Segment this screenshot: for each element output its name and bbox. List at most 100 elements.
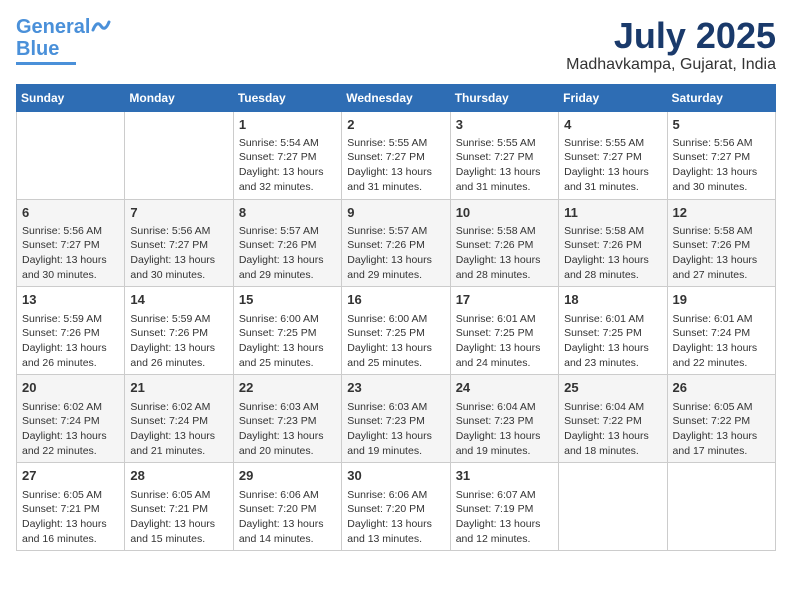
weekday-header-friday: Friday [559, 84, 667, 111]
day-number: 29 [239, 467, 336, 485]
calendar-cell: 26 Sunrise: 6:05 AM Sunset: 7:22 PM Dayli… [667, 375, 775, 463]
calendar-cell: 7 Sunrise: 5:56 AM Sunset: 7:27 PM Daylig… [125, 199, 233, 287]
cell-details: Sunrise: 5:58 AM Sunset: 7:26 PM Dayligh… [564, 224, 661, 283]
calendar-cell: 16Sunrise: 6:00 AM Sunset: 7:25 PM Dayli… [342, 287, 450, 375]
calendar-cell: 18 Sunrise: 6:01 AM Sunset: 7:25 PM Dayli… [559, 287, 667, 375]
location-text: Madhavkampa, Gujarat, India [566, 56, 776, 74]
weekday-header-wednesday: Wednesday [342, 84, 450, 111]
day-number: 20 [22, 379, 119, 397]
cell-details: Sunrise: 5:55 AM Sunset: 7:27 PM Dayligh… [456, 136, 553, 195]
calendar-cell: 2 Sunrise: 5:55 AM Sunset: 7:27 PM Daylig… [342, 111, 450, 199]
calendar-cell: 21Sunrise: 6:02 AM Sunset: 7:24 PM Dayli… [125, 375, 233, 463]
cell-details: Sunrise: 6:06 AM Sunset: 7:20 PM Dayligh… [239, 488, 336, 547]
cell-details: Sunrise: 6:04 AM Sunset: 7:22 PM Dayligh… [564, 400, 661, 459]
day-number: 23 [347, 379, 444, 397]
calendar-week-4: 20 Sunrise: 6:02 AM Sunset: 7:24 PM Dayli… [17, 375, 776, 463]
weekday-header-tuesday: Tuesday [233, 84, 341, 111]
day-number: 2 [347, 116, 444, 134]
calendar-cell: 19Sunrise: 6:01 AM Sunset: 7:24 PM Dayli… [667, 287, 775, 375]
month-title: July 2025 [566, 16, 776, 56]
logo: General Blue [16, 16, 113, 65]
weekday-header-sunday: Sunday [17, 84, 125, 111]
cell-details: Sunrise: 6:06 AM Sunset: 7:20 PM Dayligh… [347, 488, 444, 547]
logo-divider [16, 62, 76, 65]
cell-details: Sunrise: 6:07 AM Sunset: 7:19 PM Dayligh… [456, 488, 553, 547]
calendar-week-1: 1Sunrise: 5:54 AM Sunset: 7:27 PM Daylig… [17, 111, 776, 199]
day-number: 8 [239, 204, 336, 222]
calendar-cell: 5 Sunrise: 5:56 AM Sunset: 7:27 PM Daylig… [667, 111, 775, 199]
day-number: 13 [22, 291, 119, 309]
day-number: 1 [239, 116, 336, 134]
calendar-week-3: 13 Sunrise: 5:59 AM Sunset: 7:26 PM Dayli… [17, 287, 776, 375]
logo-wave-icon [91, 16, 113, 34]
day-number: 10 [456, 204, 553, 222]
cell-details: Sunrise: 6:01 AM Sunset: 7:25 PM Dayligh… [456, 312, 553, 371]
cell-details: Sunrise: 6:03 AM Sunset: 7:23 PM Dayligh… [347, 400, 444, 459]
day-number: 25 [564, 379, 661, 397]
calendar-cell [667, 463, 775, 551]
title-area: July 2025 Madhavkampa, Gujarat, India [566, 16, 776, 74]
cell-details: Sunrise: 5:59 AM Sunset: 7:26 PM Dayligh… [22, 312, 119, 371]
day-number: 15 [239, 291, 336, 309]
weekday-header-saturday: Saturday [667, 84, 775, 111]
day-number: 31 [456, 467, 553, 485]
cell-details: Sunrise: 6:00 AM Sunset: 7:25 PM Dayligh… [239, 312, 336, 371]
day-number: 26 [673, 379, 770, 397]
weekday-header-monday: Monday [125, 84, 233, 111]
cell-details: Sunrise: 6:01 AM Sunset: 7:24 PM Dayligh… [673, 312, 770, 371]
calendar-body: 1Sunrise: 5:54 AM Sunset: 7:27 PM Daylig… [17, 111, 776, 551]
calendar-cell: 25 Sunrise: 6:04 AM Sunset: 7:22 PM Dayli… [559, 375, 667, 463]
day-number: 6 [22, 204, 119, 222]
calendar-cell: 17Sunrise: 6:01 AM Sunset: 7:25 PM Dayli… [450, 287, 558, 375]
day-number: 18 [564, 291, 661, 309]
calendar-header-row: SundayMondayTuesdayWednesdayThursdayFrid… [17, 84, 776, 111]
calendar-cell [559, 463, 667, 551]
cell-details: Sunrise: 6:02 AM Sunset: 7:24 PM Dayligh… [22, 400, 119, 459]
calendar-cell: 24Sunrise: 6:04 AM Sunset: 7:23 PM Dayli… [450, 375, 558, 463]
day-number: 28 [130, 467, 227, 485]
day-number: 14 [130, 291, 227, 309]
cell-details: Sunrise: 5:59 AM Sunset: 7:26 PM Dayligh… [130, 312, 227, 371]
cell-details: Sunrise: 5:56 AM Sunset: 7:27 PM Dayligh… [22, 224, 119, 283]
cell-details: Sunrise: 6:05 AM Sunset: 7:21 PM Dayligh… [22, 488, 119, 547]
day-number: 11 [564, 204, 661, 222]
calendar-cell [17, 111, 125, 199]
calendar-cell: 29 Sunrise: 6:06 AM Sunset: 7:20 PM Dayli… [233, 463, 341, 551]
calendar-cell: 20 Sunrise: 6:02 AM Sunset: 7:24 PM Dayli… [17, 375, 125, 463]
calendar-cell: 3 Sunrise: 5:55 AM Sunset: 7:27 PM Daylig… [450, 111, 558, 199]
calendar-cell: 31 Sunrise: 6:07 AM Sunset: 7:19 PM Dayli… [450, 463, 558, 551]
day-number: 3 [456, 116, 553, 134]
logo-text: General [16, 16, 90, 38]
calendar-cell: 28Sunrise: 6:05 AM Sunset: 7:21 PM Dayli… [125, 463, 233, 551]
calendar-table: SundayMondayTuesdayWednesdayThursdayFrid… [16, 84, 776, 552]
logo-general: General [16, 16, 90, 38]
cell-details: Sunrise: 6:03 AM Sunset: 7:23 PM Dayligh… [239, 400, 336, 459]
cell-details: Sunrise: 6:00 AM Sunset: 7:25 PM Dayligh… [347, 312, 444, 371]
calendar-cell [125, 111, 233, 199]
calendar-cell: 23 Sunrise: 6:03 AM Sunset: 7:23 PM Dayli… [342, 375, 450, 463]
calendar-cell: 10Sunrise: 5:58 AM Sunset: 7:26 PM Dayli… [450, 199, 558, 287]
day-number: 7 [130, 204, 227, 222]
calendar-cell: 27 Sunrise: 6:05 AM Sunset: 7:21 PM Dayli… [17, 463, 125, 551]
day-number: 5 [673, 116, 770, 134]
calendar-cell: 1Sunrise: 5:54 AM Sunset: 7:27 PM Daylig… [233, 111, 341, 199]
day-number: 9 [347, 204, 444, 222]
cell-details: Sunrise: 5:56 AM Sunset: 7:27 PM Dayligh… [673, 136, 770, 195]
cell-details: Sunrise: 5:55 AM Sunset: 7:27 PM Dayligh… [347, 136, 444, 195]
calendar-cell: 6 Sunrise: 5:56 AM Sunset: 7:27 PM Daylig… [17, 199, 125, 287]
day-number: 27 [22, 467, 119, 485]
calendar-cell: 11 Sunrise: 5:58 AM Sunset: 7:26 PM Dayli… [559, 199, 667, 287]
calendar-cell: 15 Sunrise: 6:00 AM Sunset: 7:25 PM Dayli… [233, 287, 341, 375]
weekday-header-thursday: Thursday [450, 84, 558, 111]
cell-details: Sunrise: 6:01 AM Sunset: 7:25 PM Dayligh… [564, 312, 661, 371]
day-number: 22 [239, 379, 336, 397]
cell-details: Sunrise: 6:05 AM Sunset: 7:22 PM Dayligh… [673, 400, 770, 459]
cell-details: Sunrise: 5:56 AM Sunset: 7:27 PM Dayligh… [130, 224, 227, 283]
calendar-cell: 8Sunrise: 5:57 AM Sunset: 7:26 PM Daylig… [233, 199, 341, 287]
day-number: 30 [347, 467, 444, 485]
logo-blue: Blue [16, 38, 59, 60]
day-number: 21 [130, 379, 227, 397]
calendar-cell: 4Sunrise: 5:55 AM Sunset: 7:27 PM Daylig… [559, 111, 667, 199]
calendar-cell: 9Sunrise: 5:57 AM Sunset: 7:26 PM Daylig… [342, 199, 450, 287]
day-number: 24 [456, 379, 553, 397]
